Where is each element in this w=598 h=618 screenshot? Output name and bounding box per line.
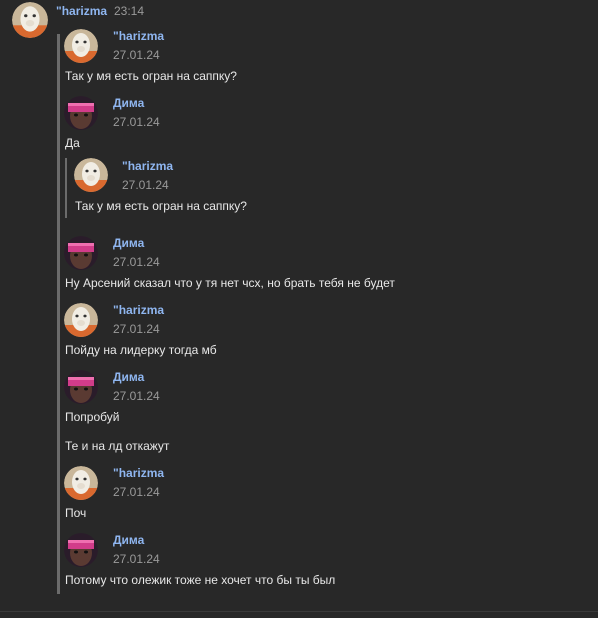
message-text: Поч	[65, 506, 87, 520]
message-date: 27.01.24	[113, 115, 160, 129]
anime-avatar[interactable]	[64, 236, 98, 270]
nested-quote-line	[65, 158, 67, 218]
quote-text: Так у мя есть огран на саппку?	[75, 199, 247, 213]
message-date: 27.01.24	[113, 552, 160, 566]
quote-date: 27.01.24	[122, 178, 169, 192]
message-text: Ну Арсений сказал что у тя нет чсх, но б…	[65, 276, 395, 290]
llama-avatar[interactable]	[64, 303, 98, 337]
message-text: Пойду на лидерку тогда мб	[65, 343, 217, 357]
message-date: 27.01.24	[113, 48, 160, 62]
llama-avatar[interactable]	[64, 466, 98, 500]
message-date: 27.01.24	[113, 255, 160, 269]
header-author-name[interactable]: "harizma	[56, 4, 107, 18]
message-author-name[interactable]: "harizma	[113, 466, 164, 480]
message-date: 27.01.24	[113, 485, 160, 499]
message-author-name[interactable]: "harizma	[113, 29, 164, 43]
message-author-name[interactable]: "harizma	[113, 303, 164, 317]
bottom-divider	[0, 611, 598, 612]
header-timestamp: 23:14	[114, 4, 145, 18]
message-text: Попробуй	[65, 410, 120, 424]
message-text: Так у мя есть огран на саппку?	[65, 69, 237, 83]
message-author-name[interactable]: Дима	[113, 370, 144, 384]
anime-avatar[interactable]	[64, 370, 98, 404]
anime-avatar[interactable]	[64, 533, 98, 567]
message-author-name[interactable]: Дима	[113, 236, 144, 250]
message-date: 27.01.24	[113, 322, 160, 336]
message-author-name[interactable]: Дима	[113, 96, 144, 110]
llama-avatar[interactable]	[64, 29, 98, 63]
message-author-name[interactable]: Дима	[113, 533, 144, 547]
message-text: Потому что олежик тоже не хочет что бы т…	[65, 573, 336, 587]
llama-avatar[interactable]	[74, 158, 108, 192]
llama-avatar[interactable]	[12, 2, 48, 38]
anime-avatar[interactable]	[64, 96, 98, 130]
message-date: 27.01.24	[113, 389, 160, 403]
message-text: Те и на лд откажут	[65, 439, 170, 453]
quote-author-name[interactable]: "harizma	[122, 159, 173, 173]
message-text: Да	[65, 136, 80, 150]
thread-quote-line	[57, 34, 60, 594]
